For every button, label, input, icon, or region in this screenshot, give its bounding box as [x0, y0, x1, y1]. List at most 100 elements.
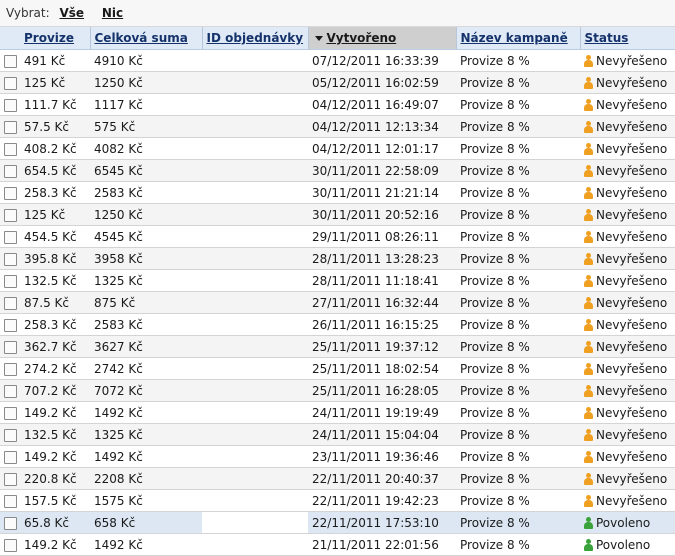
- status-cell: Nevyřešeno: [580, 71, 675, 94]
- row-checkbox[interactable]: [3, 186, 17, 200]
- row-checkbox-cell: [0, 93, 20, 116]
- row-checkbox[interactable]: [3, 384, 17, 398]
- row-checkbox[interactable]: [3, 450, 17, 464]
- table-row[interactable]: 125 Kč 1250 Kč 30/11/2011 20:52:16 Provize …: [0, 203, 675, 226]
- created-cell: 28/11/2011 13:28:23: [308, 247, 456, 270]
- status-cell: Nevyřešeno: [580, 335, 675, 358]
- table-row[interactable]: 654.5 Kč 6545 Kč 30/11/2011 22:58:09 Proviz…: [0, 159, 675, 182]
- campaign-cell: Provize 8 %: [456, 203, 580, 226]
- column-header-vytvoreno[interactable]: Vytvořeno: [307, 27, 456, 50]
- campaign-cell: Provize 8 %: [456, 489, 580, 512]
- row-checkbox[interactable]: [3, 494, 17, 508]
- order-id-cell: [202, 379, 308, 402]
- table-row[interactable]: 132.5 Kč 1325 Kč 24/11/2011 15:04:04 Proviz…: [0, 423, 675, 446]
- table-row[interactable]: 57.5 Kč 575 Kč 04/12/2011 12:13:34 Provize …: [0, 115, 675, 138]
- column-header-celkova-suma[interactable]: Celková suma: [89, 27, 202, 50]
- created-cell: 25/11/2011 19:37:12: [308, 335, 456, 358]
- celkova-suma-cell: 1492 Kč: [90, 401, 202, 424]
- row-checkbox[interactable]: [3, 362, 17, 376]
- column-header-id-objednavky[interactable]: ID objednávky: [201, 27, 308, 50]
- status-cell: Nevyřešeno: [580, 181, 675, 204]
- table-row[interactable]: 491 Kč 4910 Kč 07/12/2011 16:33:39 Provize …: [0, 49, 675, 72]
- row-checkbox[interactable]: [3, 208, 17, 222]
- table-row[interactable]: 362.7 Kč 3627 Kč 25/11/2011 19:37:12 Proviz…: [0, 335, 675, 358]
- status-text: Nevyřešeno: [596, 317, 668, 332]
- person-status-icon: [584, 230, 593, 243]
- row-checkbox[interactable]: [3, 274, 17, 288]
- status-text: Nevyřešeno: [596, 339, 668, 354]
- created-cell: 30/11/2011 21:21:14: [308, 181, 456, 204]
- row-checkbox[interactable]: [3, 142, 17, 156]
- campaign-cell: Provize 8 %: [456, 247, 580, 270]
- campaign-cell: Provize 8 %: [456, 379, 580, 402]
- row-checkbox-cell: [0, 225, 20, 248]
- status-cell: Nevyřešeno: [580, 357, 675, 380]
- row-checkbox[interactable]: [3, 340, 17, 354]
- campaign-cell: Provize 8 %: [456, 467, 580, 490]
- order-id-cell: [202, 533, 308, 556]
- table-row[interactable]: 395.8 Kč 3958 Kč 28/11/2011 13:28:23 Proviz…: [0, 247, 675, 270]
- created-cell: 28/11/2011 11:18:41: [308, 269, 456, 292]
- status-cell: Nevyřešeno: [580, 247, 675, 270]
- table-row[interactable]: 149.2 Kč 1492 Kč 21/11/2011 22:01:56 Proviz…: [0, 533, 675, 556]
- campaign-cell: Provize 8 %: [456, 445, 580, 468]
- provize-cell: 491 Kč: [20, 49, 90, 72]
- created-cell: 30/11/2011 22:58:09: [308, 159, 456, 182]
- created-cell: 21/11/2011 22:01:56: [308, 533, 456, 556]
- row-checkbox[interactable]: [3, 230, 17, 244]
- column-header-status[interactable]: Status: [579, 27, 675, 50]
- select-none-link[interactable]: Nic: [102, 6, 123, 20]
- table-row[interactable]: 707.2 Kč 7072 Kč 25/11/2011 16:28:05 Proviz…: [0, 379, 675, 402]
- status-text: Nevyřešeno: [596, 251, 668, 266]
- column-header-provize[interactable]: Provize: [20, 27, 90, 50]
- created-cell: 04/12/2011 16:49:07: [308, 93, 456, 116]
- table-row[interactable]: 132.5 Kč 1325 Kč 28/11/2011 11:18:41 Proviz…: [0, 269, 675, 292]
- table-row[interactable]: 274.2 Kč 2742 Kč 25/11/2011 18:02:54 Proviz…: [0, 357, 675, 380]
- row-checkbox[interactable]: [3, 54, 17, 68]
- table-row[interactable]: 258.3 Kč 2583 Kč 30/11/2011 21:21:14 Proviz…: [0, 181, 675, 204]
- row-checkbox[interactable]: [3, 98, 17, 112]
- table-row[interactable]: 157.5 Kč 1575 Kč 22/11/2011 19:42:23 Proviz…: [0, 489, 675, 512]
- select-all-link[interactable]: Vše: [59, 6, 84, 20]
- provize-cell: 149.2 Kč: [20, 445, 90, 468]
- table-row[interactable]: 258.3 Kč 2583 Kč 26/11/2011 16:15:25 Proviz…: [0, 313, 675, 336]
- row-checkbox-cell: [0, 71, 20, 94]
- table-row[interactable]: 149.2 Kč 1492 Kč 23/11/2011 19:36:46 Proviz…: [0, 445, 675, 468]
- table-row[interactable]: 125 Kč 1250 Kč 05/12/2011 16:02:59 Provize …: [0, 71, 675, 94]
- table-row[interactable]: 65.8 Kč 658 Kč 22/11/2011 17:53:10 Provize …: [0, 511, 675, 534]
- table-row[interactable]: 454.5 Kč 4545 Kč 29/11/2011 08:26:11 Proviz…: [0, 225, 675, 248]
- row-checkbox[interactable]: [3, 76, 17, 90]
- table-row[interactable]: 111.7 Kč 1117 Kč 04/12/2011 16:49:07 Proviz…: [0, 93, 675, 116]
- person-status-icon: [584, 428, 593, 441]
- row-checkbox[interactable]: [3, 538, 17, 552]
- status-text: Nevyřešeno: [596, 53, 668, 68]
- status-cell: Nevyřešeno: [580, 423, 675, 446]
- order-id-cell: [202, 93, 308, 116]
- table-row[interactable]: 408.2 Kč 4082 Kč 04/12/2011 12:01:17 Proviz…: [0, 137, 675, 160]
- campaign-cell: Provize 8 %: [456, 533, 580, 556]
- row-checkbox[interactable]: [3, 252, 17, 266]
- row-checkbox[interactable]: [3, 164, 17, 178]
- status-cell: Nevyřešeno: [580, 489, 675, 512]
- provize-cell: 132.5 Kč: [20, 269, 90, 292]
- status-text: Nevyřešeno: [596, 295, 668, 310]
- row-checkbox[interactable]: [3, 318, 17, 332]
- row-checkbox[interactable]: [3, 428, 17, 442]
- row-checkbox[interactable]: [3, 406, 17, 420]
- table-row[interactable]: 149.2 Kč 1492 Kč 24/11/2011 19:19:49 Proviz…: [0, 401, 675, 424]
- row-checkbox[interactable]: [3, 472, 17, 486]
- row-checkbox[interactable]: [3, 296, 17, 310]
- provize-cell: 57.5 Kč: [20, 115, 90, 138]
- campaign-cell: Provize 8 %: [456, 115, 580, 138]
- column-header-nazev-kampane[interactable]: Název kampaně: [455, 27, 580, 50]
- celkova-suma-cell: 1492 Kč: [90, 445, 202, 468]
- status-cell: Nevyřešeno: [580, 313, 675, 336]
- table-row[interactable]: 220.8 Kč 2208 Kč 22/11/2011 20:40:37 Proviz…: [0, 467, 675, 490]
- row-checkbox[interactable]: [3, 120, 17, 134]
- row-checkbox[interactable]: [3, 516, 17, 530]
- status-cell: Nevyřešeno: [580, 291, 675, 314]
- status-text: Povoleno: [596, 515, 651, 530]
- table-row[interactable]: 87.5 Kč 875 Kč 27/11/2011 16:32:44 Provize …: [0, 291, 675, 314]
- person-status-icon: [584, 340, 593, 353]
- celkova-suma-cell: 1325 Kč: [90, 269, 202, 292]
